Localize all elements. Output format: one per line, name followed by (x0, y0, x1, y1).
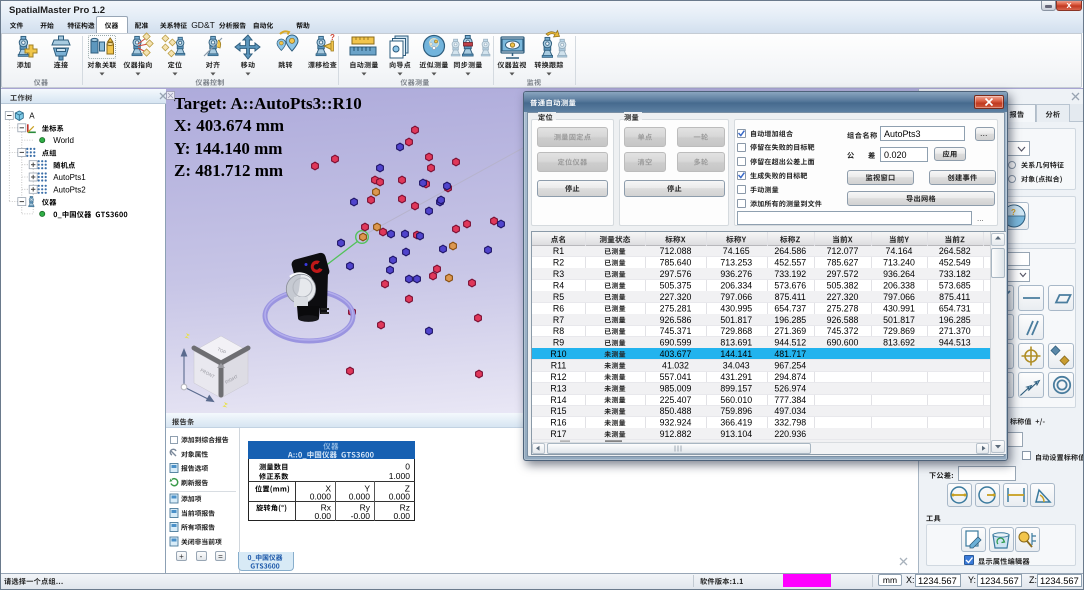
svg-text:AutoPts1: AutoPts1 (53, 173, 86, 182)
svg-text:?: ? (1011, 208, 1016, 217)
svg-text:A: A (29, 112, 35, 121)
svg-text:GD&T: GD&T (191, 20, 215, 30)
svg-text:?: ? (330, 33, 335, 42)
svg-text:World: World (53, 136, 74, 145)
svg-text:AutoPts2: AutoPts2 (53, 185, 86, 194)
